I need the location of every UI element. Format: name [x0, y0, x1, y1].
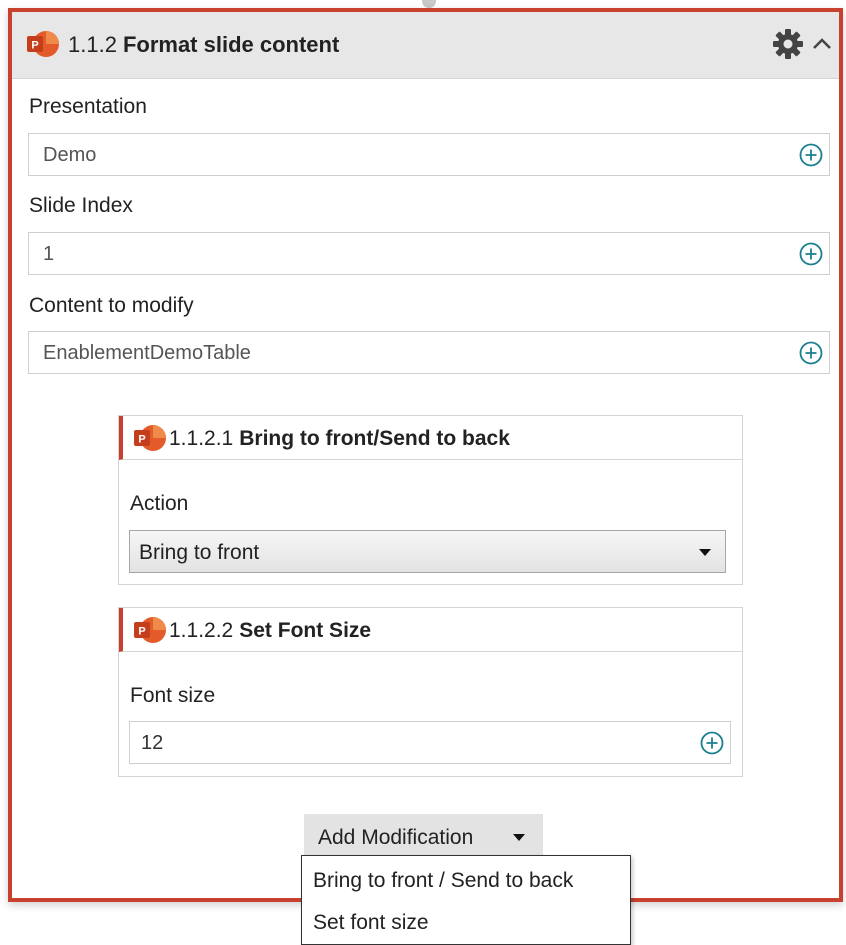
sub-block-header[interactable]: P 1.1.2.1 Bring to front/Send to back	[119, 416, 742, 460]
svg-text:P: P	[138, 434, 145, 446]
slide-index-field[interactable]: 1	[28, 232, 830, 275]
bring-to-front-block: P 1.1.2.1 Bring to front/Send to back Act…	[118, 415, 743, 585]
sub-block-header[interactable]: P 1.1.2.2 Set Font Size	[119, 608, 742, 652]
block-title: 1.1.2 Format slide content	[68, 32, 339, 58]
font-size-label: Font size	[130, 684, 216, 707]
content-to-modify-field[interactable]: EnablementDemoTable	[28, 331, 830, 374]
powerpoint-icon: P	[133, 615, 167, 645]
menu-item-bring-to-front[interactable]: Bring to front / Send to back	[313, 869, 573, 893]
sub-block-name: Set Font Size	[239, 619, 372, 642]
caret-down-icon	[513, 834, 525, 841]
chevron-up-icon[interactable]	[811, 33, 833, 60]
content-to-modify-label: Content to modify	[29, 294, 194, 317]
presentation-field[interactable]: Demo	[28, 133, 830, 176]
plus-circle-icon[interactable]	[799, 341, 823, 365]
plus-circle-icon[interactable]	[799, 242, 823, 266]
svg-text:P: P	[31, 40, 38, 52]
font-size-field[interactable]: 12	[129, 721, 731, 764]
add-modification-button[interactable]: Add Modification	[304, 814, 543, 858]
presentation-value: Demo	[43, 144, 97, 166]
slide-index-value: 1	[43, 243, 55, 265]
content-to-modify-value: EnablementDemoTable	[43, 342, 251, 364]
svg-text:P: P	[138, 626, 145, 638]
menu-item-set-font-size[interactable]: Set font size	[313, 911, 429, 935]
flow-connector	[422, 0, 436, 8]
powerpoint-icon: P	[26, 29, 60, 59]
presentation-label: Presentation	[29, 95, 147, 118]
block-number: 1.1.2	[68, 32, 117, 57]
action-selected-value: Bring to front	[139, 541, 260, 564]
font-size-value: 12	[141, 732, 164, 754]
block-header[interactable]: P 1.1.2 Format slide content	[12, 12, 839, 79]
add-modification-menu: Bring to front / Send to back Set font s…	[301, 855, 631, 945]
powerpoint-icon: P	[133, 423, 167, 453]
gear-icon[interactable]	[772, 28, 804, 65]
format-slide-content-block: P 1.1.2 Format slide content Presentatio…	[8, 8, 843, 902]
set-font-size-block: P 1.1.2.2 Set Font Size Font size 12	[118, 607, 743, 777]
sub-block-name: Bring to front/Send to back	[239, 427, 510, 450]
block-name: Format slide content	[122, 32, 340, 57]
slide-index-label: Slide Index	[29, 194, 133, 217]
dropdown-arrow-icon	[699, 549, 711, 556]
action-label: Action	[130, 492, 189, 515]
plus-circle-icon[interactable]	[799, 143, 823, 167]
sub-block-number: 1.1.2.2	[169, 619, 234, 642]
action-select[interactable]: Bring to front	[129, 530, 726, 573]
sub-block-title: 1.1.2.1 Bring to front/Send to back	[169, 427, 510, 451]
add-modification-label: Add Modification	[318, 826, 474, 849]
sub-block-number: 1.1.2.1	[169, 427, 234, 450]
sub-block-title: 1.1.2.2 Set Font Size	[169, 619, 371, 643]
plus-circle-icon[interactable]	[700, 731, 724, 755]
